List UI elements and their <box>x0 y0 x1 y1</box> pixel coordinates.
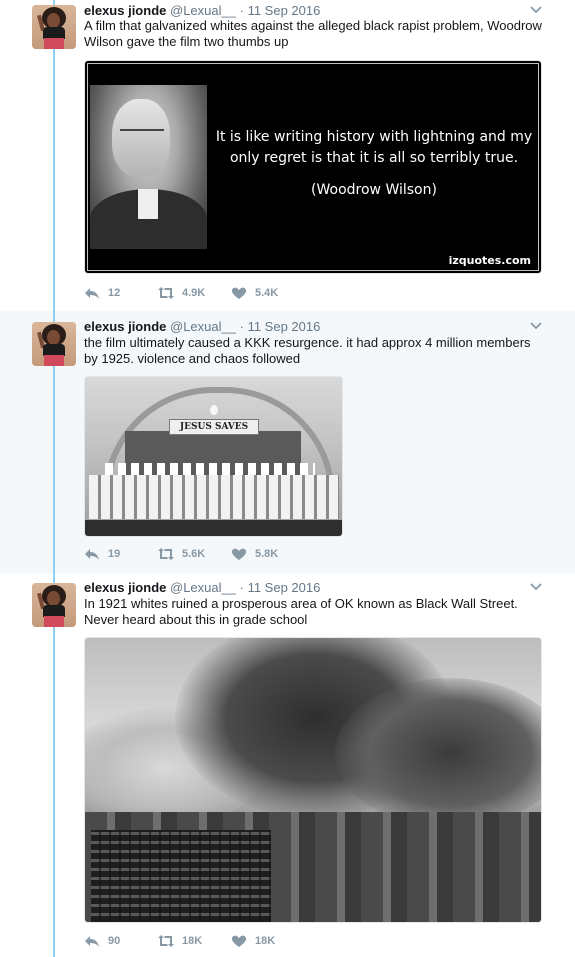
chevron-down-icon[interactable] <box>529 582 543 592</box>
tweet-header: elexus jionde @Lexual__ · 11 Sep 2016 <box>84 580 320 596</box>
kkk-gathering-photo[interactable]: JESUS SAVES <box>84 376 343 537</box>
like-button[interactable]: 5.4K <box>231 285 278 301</box>
reply-button[interactable]: 90 <box>84 933 120 949</box>
author-handle[interactable]: @Lexual__ <box>170 319 236 334</box>
quote-author: (Woodrow Wilson) <box>311 182 437 198</box>
hanging-lamp <box>210 405 218 415</box>
heart-icon <box>231 548 247 560</box>
like-button[interactable]: 5.8K <box>231 546 278 562</box>
retweet-count: 18K <box>182 935 203 947</box>
tweet-text: the film ultimately caused a KKK resurge… <box>84 335 531 366</box>
foreground-building <box>91 830 271 922</box>
retweet-button[interactable]: 5.6K <box>158 546 205 562</box>
quote-text: It is like writing history with lightnin… <box>215 129 533 166</box>
quote-image[interactable]: It is like writing history with lightnin… <box>84 60 542 274</box>
audience <box>85 520 342 536</box>
black-wall-street-fire-photo[interactable] <box>84 637 542 923</box>
retweet-count: 5.6K <box>182 548 206 560</box>
separator-dot: · <box>239 580 244 595</box>
avatar[interactable] <box>32 583 76 627</box>
tweet-header: elexus jionde @Lexual__ · 11 Sep 2016 <box>84 319 320 335</box>
watermark: izquotes.com <box>448 254 531 267</box>
reply-icon <box>85 549 99 560</box>
retweet-count: 4.9K <box>182 287 206 299</box>
separator-dot: · <box>239 319 244 334</box>
retweet-icon <box>158 548 174 560</box>
tweet-header: elexus jionde @Lexual__ · 11 Sep 2016 <box>84 3 320 19</box>
reply-button[interactable]: 12 <box>84 285 120 301</box>
author-handle[interactable]: @Lexual__ <box>170 3 236 18</box>
retweet-button[interactable]: 18K <box>158 933 202 949</box>
reply-button[interactable]: 19 <box>84 546 120 562</box>
tweet-date[interactable]: 11 Sep 2016 <box>248 580 321 595</box>
jesus-saves-banner: JESUS SAVES <box>169 419 259 435</box>
retweet-icon <box>158 935 174 947</box>
like-count: 5.4K <box>255 287 279 299</box>
avatar[interactable] <box>32 322 76 366</box>
author-name[interactable]: elexus jionde <box>84 319 166 334</box>
reply-icon <box>85 936 99 947</box>
reply-icon <box>85 288 99 299</box>
like-count: 5.8K <box>255 548 279 560</box>
tweet-text: A film that galvanized whites against th… <box>84 18 542 49</box>
like-count: 18K <box>255 935 276 947</box>
author-name[interactable]: elexus jionde <box>84 3 166 18</box>
tweet[interactable]: elexus jionde @Lexual__ · 11 Sep 2016 A … <box>0 0 575 311</box>
tweet-date[interactable]: 11 Sep 2016 <box>248 3 321 18</box>
reply-count: 19 <box>108 548 121 560</box>
tweet-date[interactable]: 11 Sep 2016 <box>248 319 321 334</box>
like-button[interactable]: 18K <box>231 933 275 949</box>
woodrow-wilson-portrait <box>90 85 207 249</box>
avatar[interactable] <box>32 5 76 49</box>
reply-count: 90 <box>108 935 121 947</box>
author-name[interactable]: elexus jionde <box>84 580 166 595</box>
reply-count: 12 <box>108 287 121 299</box>
white-robes <box>89 475 339 519</box>
separator-dot: · <box>239 3 244 18</box>
chevron-down-icon[interactable] <box>529 321 543 331</box>
retweet-icon <box>158 287 174 299</box>
heart-icon <box>231 287 247 299</box>
tweet-text: In 1921 whites ruined a prosperous area … <box>84 596 518 627</box>
author-handle[interactable]: @Lexual__ <box>170 580 236 595</box>
thread-connector-line <box>53 0 55 957</box>
retweet-button[interactable]: 4.9K <box>158 285 205 301</box>
heart-icon <box>231 935 247 947</box>
chevron-down-icon[interactable] <box>529 5 543 15</box>
